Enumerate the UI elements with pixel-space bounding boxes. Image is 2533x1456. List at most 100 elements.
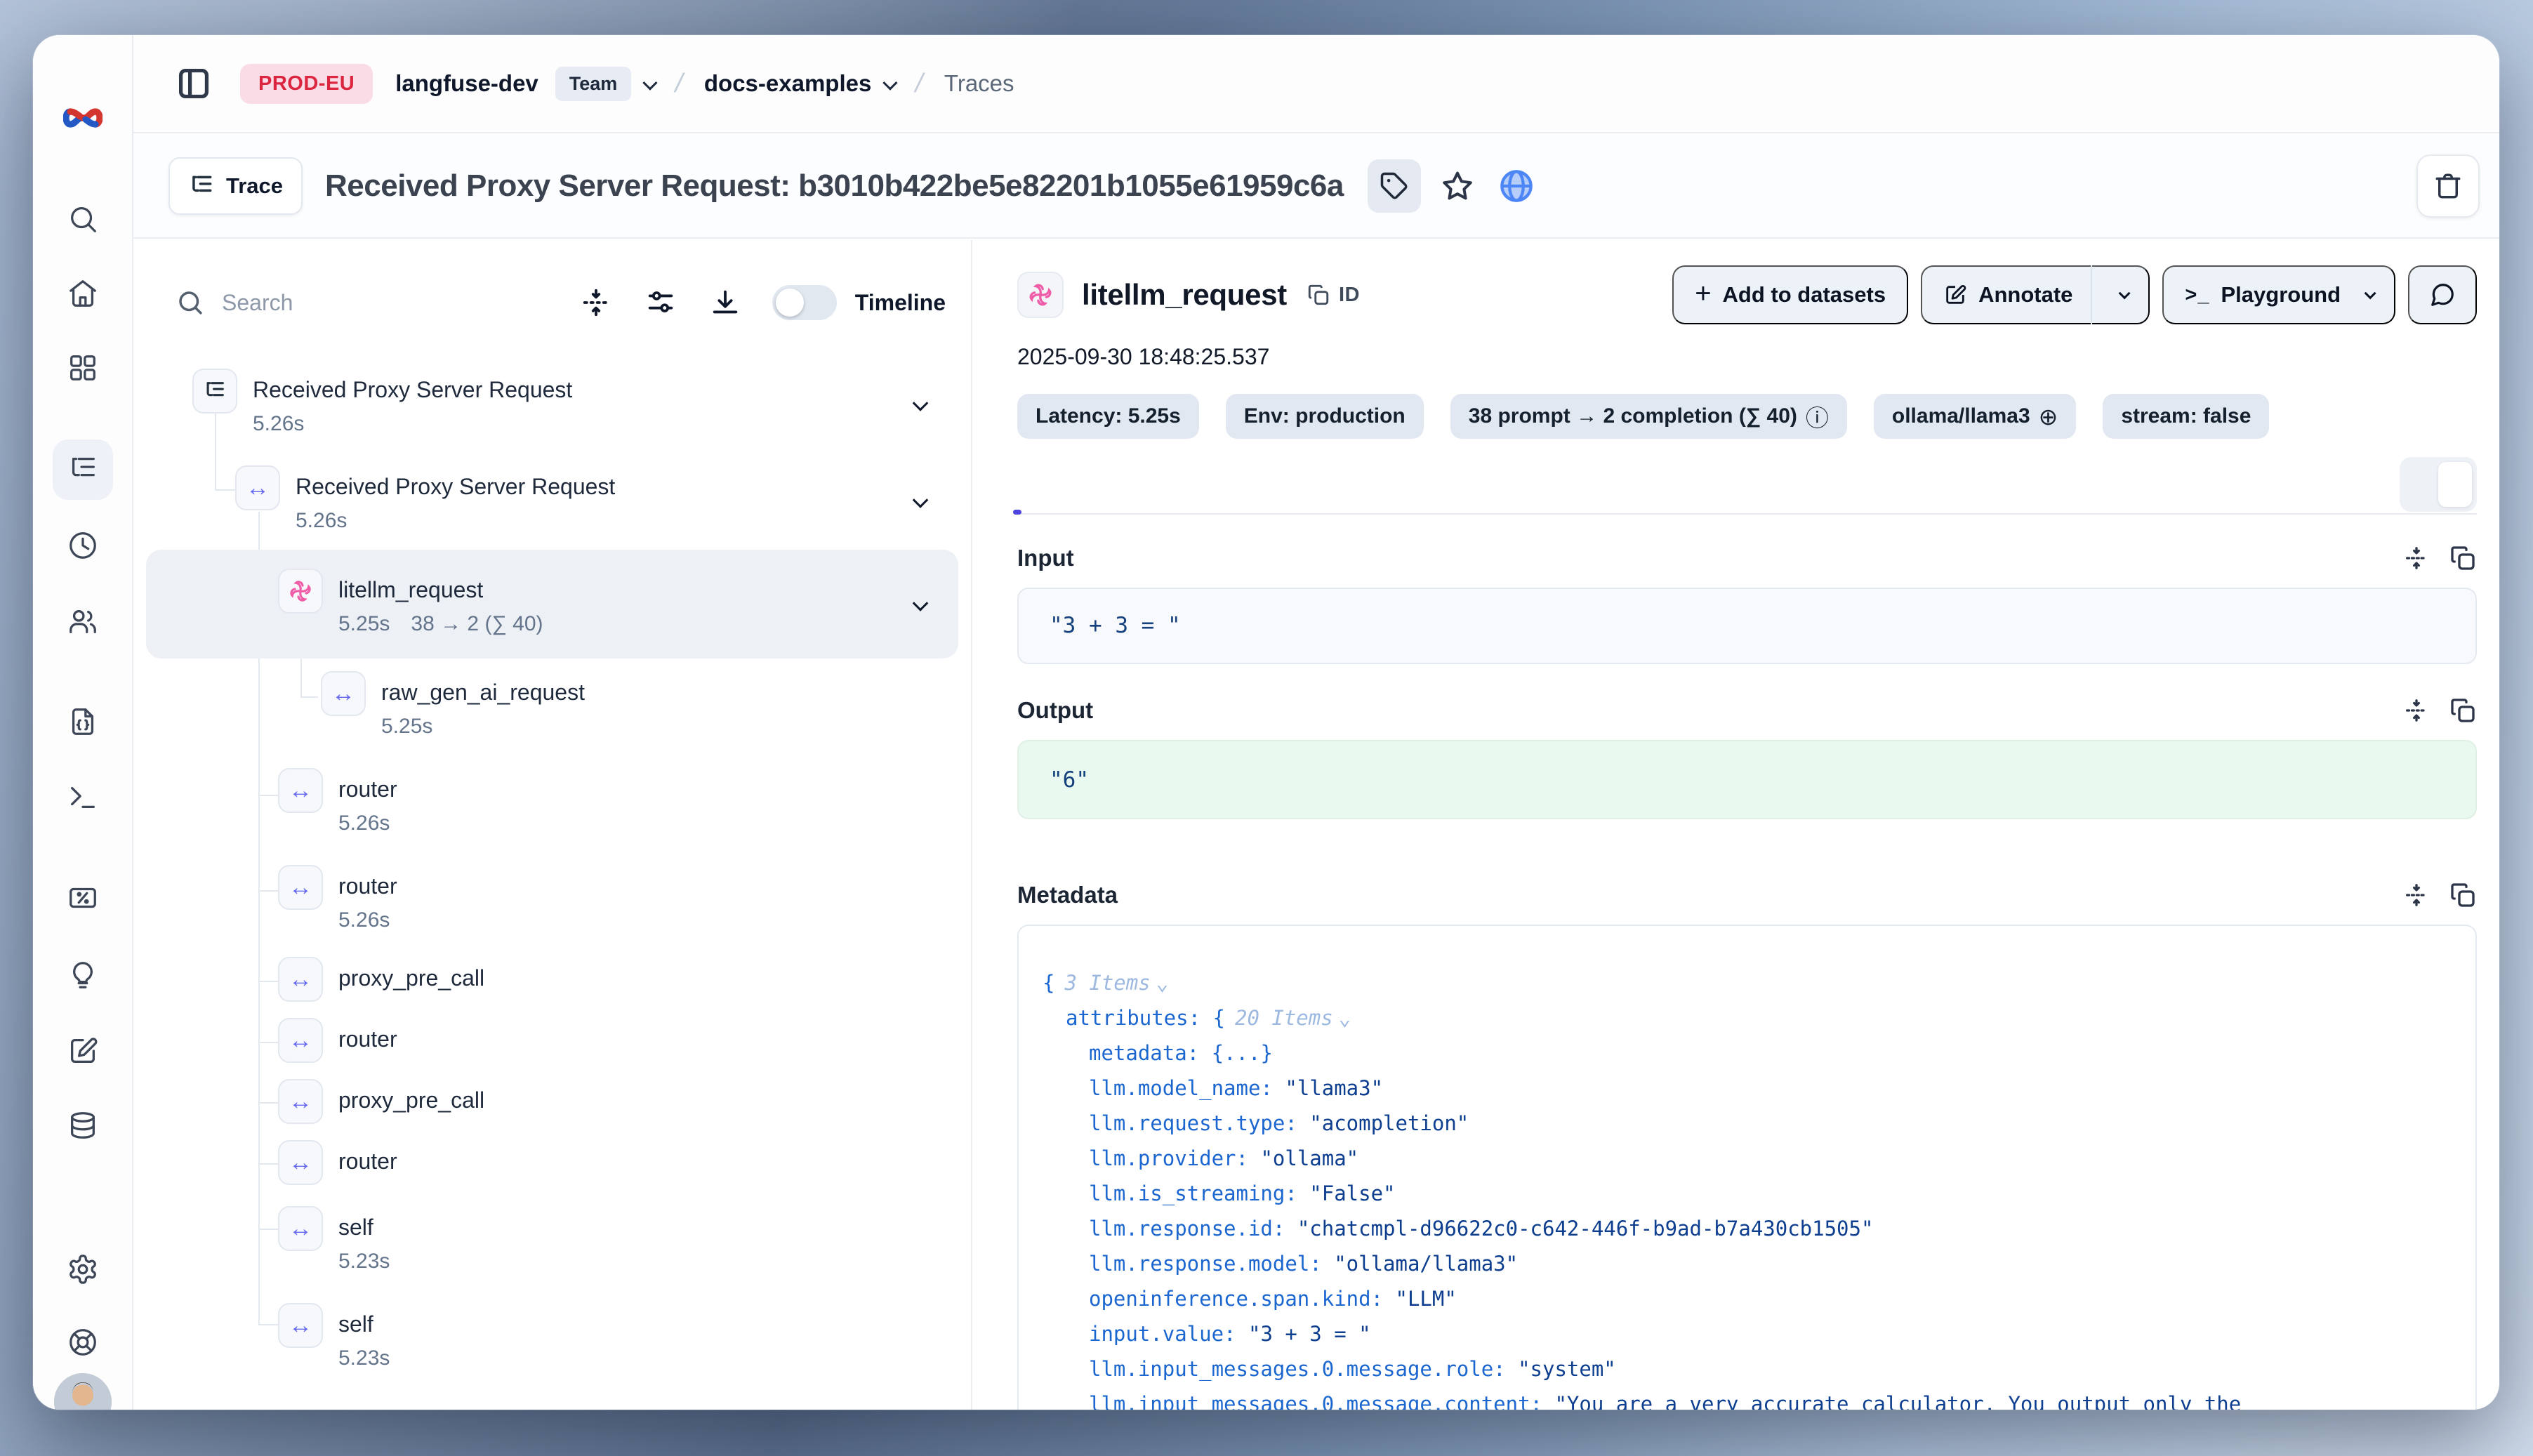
environment-badge: PROD-EU — [240, 64, 373, 104]
node-type-icon — [192, 369, 237, 413]
public-globe-button[interactable] — [1494, 164, 1539, 209]
sidebar-item-tracing[interactable] — [53, 439, 113, 500]
chevron-down-icon[interactable] — [913, 395, 929, 411]
copy-icon[interactable] — [2449, 544, 2477, 572]
bookmark-star-button[interactable] — [1435, 164, 1480, 209]
sidebar-item-search[interactable] — [53, 189, 113, 249]
timeline-label: Timeline — [855, 290, 946, 316]
tree-toolbar: Timeline — [176, 274, 946, 331]
sidebar-item-datasets[interactable] — [53, 1095, 113, 1156]
sidebar-item-home[interactable] — [53, 263, 113, 324]
search-input[interactable] — [222, 290, 432, 316]
node-label: litellm_request — [338, 569, 543, 611]
project-chevron-icon[interactable] — [883, 75, 898, 90]
avatar[interactable] — [54, 1373, 112, 1410]
tree-node-row[interactable]: ↔ Received Proxy Server Request 5.26s — [146, 453, 958, 550]
grid-icon — [67, 352, 99, 384]
node-duration: 5.25s — [338, 612, 390, 636]
badge-icon[interactable]: ⓘ — [1806, 399, 1829, 433]
badge-icon[interactable]: ⊕ — [2039, 403, 2058, 430]
tree-node-row[interactable]: ↔ router 5.26s — [146, 755, 958, 852]
display-settings-icon[interactable] — [644, 286, 677, 319]
lightbulb-icon — [67, 959, 99, 991]
node-text: raw_gen_ai_request 5.25s — [381, 671, 585, 739]
collapse-section-icon[interactable] — [2402, 881, 2431, 909]
sidebar-item-playground[interactable] — [53, 767, 113, 828]
output-section-title: Output — [1017, 697, 1093, 724]
chevron-down-icon[interactable] — [913, 595, 929, 611]
json-expand-chevron[interactable]: ⌄ — [1156, 971, 1168, 995]
observation-title: litellm_request — [1082, 278, 1287, 312]
node-label: proxy_pre_call — [338, 957, 484, 999]
collapse-section-icon[interactable] — [2402, 696, 2431, 724]
tree-node-row[interactable]: ↔ proxy_pre_call — [146, 1071, 958, 1132]
json-expand-chevron[interactable]: ⌄ — [1339, 1006, 1351, 1030]
sidebar-toggle-button[interactable] — [173, 62, 215, 105]
format-option[interactable] — [2405, 462, 2438, 507]
node-type-icon — [278, 569, 323, 614]
add-to-datasets-button[interactable]: + Add to datasets — [1672, 265, 1908, 324]
tree-node-row[interactable]: ↔ router — [146, 1132, 958, 1193]
format-toggle — [2400, 457, 2477, 512]
tree-node-row[interactable]: Received Proxy Server Request 5.26s — [146, 356, 958, 453]
annotate-button[interactable]: Annotate — [1921, 265, 2150, 324]
span-icon: ↔ — [246, 476, 270, 500]
output-value-box: "6" — [1017, 740, 2477, 819]
tree-node-row[interactable]: ↔ router — [146, 1010, 958, 1071]
copy-icon[interactable] — [2449, 881, 2477, 909]
tag-icon — [1380, 171, 1409, 201]
tree-node-row[interactable]: litellm_request 5.25s 38 → 2 (∑ 40) — [146, 550, 958, 658]
breadcrumb: PROD-EU langfuse-dev Team / docs-example… — [133, 35, 2499, 133]
status-badge: Latency: 5.25s — [1017, 394, 1199, 439]
delete-trace-button[interactable] — [2416, 154, 2480, 218]
tree-node-row[interactable]: ↔ raw_gen_ai_request 5.25s — [146, 658, 958, 755]
timeline-toggle[interactable] — [772, 285, 837, 320]
tree-node-row[interactable]: ↔ router 5.26s — [146, 852, 958, 949]
node-label: router — [338, 768, 397, 810]
comments-button[interactable] — [2408, 265, 2477, 324]
span-icon: ↔ — [289, 779, 312, 802]
copy-id-button[interactable]: ID — [1307, 283, 1360, 307]
tags-button[interactable] — [1368, 159, 1421, 213]
sidebar-item-users[interactable] — [53, 591, 113, 651]
sidebar-item-support[interactable] — [53, 1312, 113, 1372]
tree-node-row[interactable]: ↔ proxy_pre_call — [146, 949, 958, 1010]
json-line: llm.response.model: "ollama/llama3" — [1019, 1246, 2475, 1281]
format-option[interactable] — [2438, 462, 2472, 507]
node-duration: 5.23s — [338, 1250, 390, 1273]
sidebar-item-prompts[interactable] — [53, 691, 113, 752]
project-name[interactable]: docs-examples — [704, 70, 871, 97]
node-type-icon: ↔ — [278, 1140, 323, 1185]
panel-left-icon — [176, 65, 212, 102]
chevron-down-icon[interactable] — [913, 492, 929, 508]
copy-icon[interactable] — [2449, 696, 2477, 724]
sidebar-item-sessions[interactable] — [53, 515, 113, 576]
download-icon[interactable] — [709, 286, 741, 319]
node-text: proxy_pre_call — [338, 957, 484, 999]
playground-button[interactable]: >_ Playground — [2162, 265, 2395, 324]
collapse-all-icon[interactable] — [580, 286, 612, 319]
tree-node-row[interactable]: ↔ self 5.23s — [146, 1290, 958, 1387]
annotate-dropdown-chevron[interactable] — [2119, 287, 2131, 299]
clock-icon — [67, 529, 99, 562]
org-name[interactable]: langfuse-dev — [395, 70, 538, 97]
trash-icon — [2433, 171, 2463, 201]
sidebar-item-judge[interactable] — [53, 945, 113, 1005]
generation-icon — [1026, 281, 1054, 309]
node-text: router 5.26s — [338, 768, 397, 835]
sidebar-item-evaluators[interactable] — [53, 868, 113, 928]
sidebar-item-dashboards[interactable] — [53, 338, 113, 398]
observation-badges: Latency: 5.25s Env: production 38 prompt… — [1017, 394, 2477, 439]
observation-actions: + Add to datasets Annotate >_ Playground — [1672, 265, 2477, 324]
tree-node-row[interactable]: ↔ self 5.23s — [146, 1193, 958, 1290]
list-tree-icon — [188, 173, 215, 199]
org-chevron-icon[interactable] — [643, 75, 658, 90]
input-value: "3 + 3 = " — [1050, 613, 1181, 638]
node-sub: 5.23s — [338, 1346, 390, 1370]
node-type-icon: ↔ — [278, 1206, 323, 1251]
span-icon: ↔ — [289, 967, 312, 991]
sidebar-item-settings[interactable] — [53, 1239, 113, 1299]
collapse-section-icon[interactable] — [2402, 544, 2431, 572]
sidebar-item-annotation[interactable] — [53, 1021, 113, 1081]
breadcrumb-section[interactable]: Traces — [944, 70, 1014, 97]
